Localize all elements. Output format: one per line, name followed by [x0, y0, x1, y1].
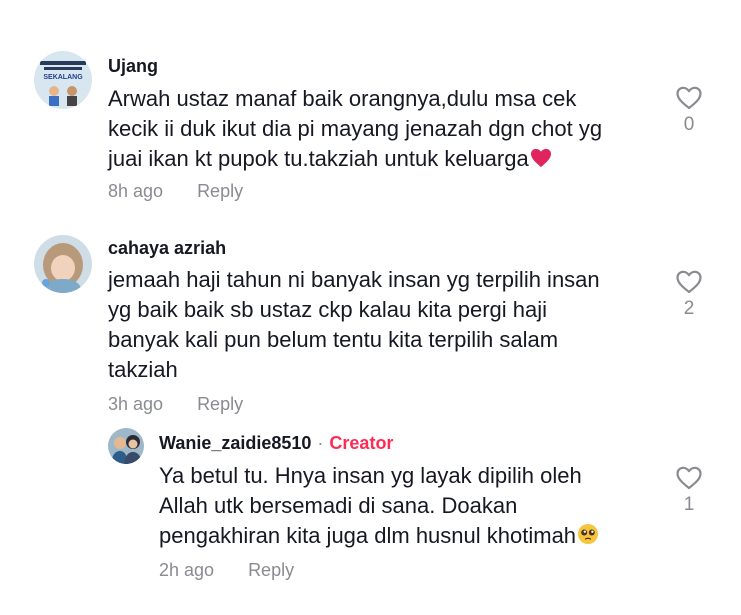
- reply-username: Wanie_zaidie8510 · Creator: [159, 433, 393, 454]
- avatar[interactable]: [108, 428, 144, 464]
- avatar-image: [108, 428, 144, 464]
- reply-button[interactable]: Reply: [248, 560, 294, 580]
- separator-dot: ·: [317, 433, 324, 453]
- heart-outline-icon[interactable]: [676, 466, 702, 490]
- reply-item: Wanie_zaidie8510 · Creator Ya betul tu. Hn…: [0, 0, 741, 600]
- reply-meta: 2h ago Reply: [159, 560, 294, 581]
- reply-line: pengakhiran kita juga dlm husnul khotima…: [159, 521, 599, 553]
- reply-author[interactable]: Wanie_zaidie8510: [159, 433, 311, 453]
- creator-badge: Creator: [329, 433, 394, 453]
- reply-text: Ya betul tu. Hnya insan yg layak dipilih…: [159, 461, 599, 553]
- reply-line: Ya betul tu. Hnya insan yg layak dipilih…: [159, 463, 582, 488]
- reply-line: Allah utk bersemadi di sana. Doakan: [159, 493, 518, 518]
- like-count: 1: [683, 494, 695, 515]
- reply-time: 2h ago: [159, 560, 215, 580]
- pleading-face-emoji: [577, 523, 599, 553]
- like-button[interactable]: 1: [669, 466, 709, 516]
